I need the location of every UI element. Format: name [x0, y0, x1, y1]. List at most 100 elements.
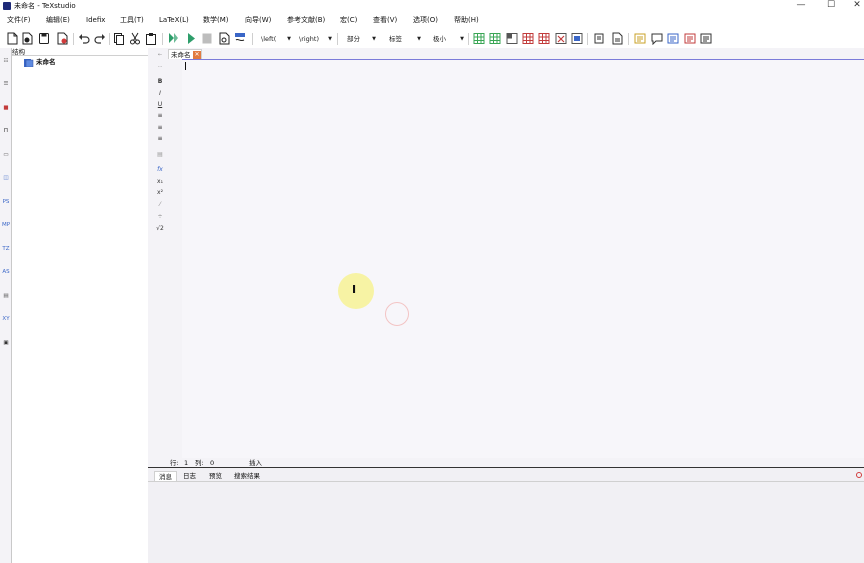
texstudio-app-icon — [3, 2, 11, 10]
box-icon[interactable] — [593, 32, 605, 45]
paste-icon[interactable] — [145, 32, 157, 45]
new-file-icon[interactable] — [6, 32, 18, 45]
chevron-down-icon: ▼ — [417, 36, 421, 42]
menu-view[interactable]: 查看(V) — [373, 16, 397, 25]
close-window-button[interactable]: ✕ — [842, 0, 864, 12]
text-frame-icon[interactable] — [634, 32, 646, 45]
copy-format-icon[interactable] — [611, 32, 623, 45]
new-from-template-icon[interactable] — [21, 32, 33, 45]
build-view-icon[interactable] — [167, 32, 179, 45]
array-icon[interactable] — [506, 32, 518, 45]
bold-button[interactable]: B — [152, 77, 168, 87]
tab-preview[interactable]: 预览 — [205, 471, 226, 481]
column-value: 0 — [210, 459, 215, 467]
cut-icon[interactable] — [129, 32, 141, 45]
table-col-icon[interactable] — [538, 32, 550, 45]
section-combo[interactable]: 部分 ▼ — [344, 33, 377, 45]
metapost-icon[interactable]: MP — [1, 220, 11, 230]
remove-row-icon[interactable] — [555, 32, 567, 45]
menu-help[interactable]: 帮助(H) — [454, 16, 479, 25]
function-button[interactable]: fx — [152, 165, 168, 175]
tikz-icon[interactable]: TZ — [1, 244, 11, 254]
italic-button[interactable]: I — [152, 89, 168, 99]
arrow-left-icon[interactable]: ← — [152, 50, 168, 60]
view-pdf-icon[interactable] — [218, 32, 230, 45]
structure-icon[interactable]: ☷ — [1, 56, 11, 66]
text-frame-red-icon[interactable] — [684, 32, 696, 45]
xymatrix-icon[interactable]: XY — [1, 314, 11, 324]
menu-bibliography[interactable]: 参考文献(B) — [287, 16, 325, 25]
font-size-value: 极小 — [433, 35, 446, 43]
align-left-icon[interactable]: ≡ — [152, 111, 168, 121]
text-frame-alt-icon[interactable] — [667, 32, 679, 45]
left-delimiter-combo[interactable]: \left(▼ — [258, 33, 292, 45]
tab-search-results[interactable]: 搜索结果 — [230, 471, 264, 481]
subscript-button[interactable]: x₁ — [152, 177, 168, 187]
redo-icon[interactable] — [94, 32, 106, 45]
menu-tools[interactable]: 工具(T) — [120, 16, 144, 25]
copy-icon[interactable] — [113, 32, 125, 45]
close-icon[interactable]: ✕ — [193, 51, 201, 59]
folder-icon[interactable]: ▭ — [1, 150, 11, 160]
fraction-icon[interactable]: ⁄ — [152, 200, 168, 210]
toolbar-separator — [337, 33, 338, 45]
menu-idefix[interactable]: Idefix — [86, 16, 105, 25]
asymptote-icon[interactable]: AS — [1, 267, 11, 277]
minimize-button[interactable]: — — [786, 0, 816, 12]
compile-icon[interactable] — [185, 32, 197, 45]
close-panel-icon[interactable] — [856, 472, 862, 478]
insert-mode: 插入 — [249, 459, 262, 467]
toc-icon[interactable]: ☰ — [1, 79, 11, 89]
menu-math[interactable]: 数学(M) — [203, 16, 229, 25]
text-frame-plain-icon[interactable] — [700, 32, 712, 45]
chevron-down-icon: ▼ — [372, 36, 376, 42]
toolbar-separator — [162, 33, 163, 45]
chevron-down-icon: ▼ — [460, 36, 464, 42]
text-editor[interactable]: I — [182, 60, 864, 458]
font-size-combo[interactable]: 极小 ▼ — [430, 33, 465, 45]
menu-macros[interactable]: 宏(C) — [340, 16, 357, 25]
comment-icon[interactable] — [651, 32, 663, 45]
underline-button[interactable]: U — [152, 100, 168, 110]
right-delimiter-combo[interactable]: \right) ▼ — [296, 33, 333, 45]
sqrt-button[interactable]: √2 — [152, 224, 168, 234]
save-icon[interactable] — [38, 32, 50, 45]
pstricks-icon[interactable]: PS — [1, 197, 11, 207]
structure-panel-title: 结构 — [12, 48, 25, 56]
stop-icon[interactable] — [201, 32, 213, 45]
menu-wizards[interactable]: 向导(W) — [245, 16, 271, 25]
dfrac-icon[interactable]: ÷ — [152, 212, 168, 222]
symbols-icon[interactable]: Π — [1, 126, 11, 136]
view-log-icon[interactable] — [234, 32, 246, 45]
close-file-icon[interactable] — [56, 32, 68, 45]
align-right-icon[interactable]: ≡ — [152, 134, 168, 144]
chevron-down-icon: ▼ — [287, 36, 291, 42]
menu-file[interactable]: 文件(F) — [7, 16, 31, 25]
structure-root-item[interactable]: 未命名 — [36, 58, 56, 67]
left-side-panel-bar: ☷ ☰ ■ Π ▭ ◫ PS MP TZ AS ▤ XY ▣ — [0, 48, 12, 563]
document-icon[interactable]: ▣ — [1, 338, 11, 348]
math-icon[interactable]: ◫ — [1, 173, 11, 183]
menu-edit[interactable]: 编辑(E) — [46, 16, 70, 25]
more-icon[interactable]: ··· — [152, 62, 168, 72]
new-line-icon[interactable]: ▤ — [152, 150, 168, 160]
undo-icon[interactable] — [78, 32, 90, 45]
tabular-icon[interactable] — [473, 32, 485, 45]
tab-log[interactable]: 日志 — [179, 471, 200, 481]
menu-latex[interactable]: LaTeX(L) — [159, 16, 189, 25]
toolbar-separator — [468, 33, 469, 45]
table-row-icon[interactable] — [522, 32, 534, 45]
table-icon[interactable] — [489, 32, 501, 45]
superscript-button[interactable]: x² — [152, 188, 168, 198]
bookmark-icon[interactable]: ■ — [1, 103, 11, 113]
remove-col-icon[interactable] — [571, 32, 583, 45]
template-icon[interactable]: ▤ — [1, 291, 11, 301]
text-cursor — [185, 62, 186, 70]
menu-options[interactable]: 选项(O) — [413, 16, 438, 25]
toolbar-separator — [628, 33, 629, 45]
editor-tab[interactable]: 未命名 ✕ — [168, 49, 202, 59]
label-combo[interactable]: 标签 ▼ — [386, 33, 422, 45]
tab-messages[interactable]: 消息 — [154, 471, 177, 481]
align-center-icon[interactable]: ≡ — [152, 123, 168, 133]
output-panel: 消息 日志 预览 搜索结果 — [148, 468, 864, 563]
